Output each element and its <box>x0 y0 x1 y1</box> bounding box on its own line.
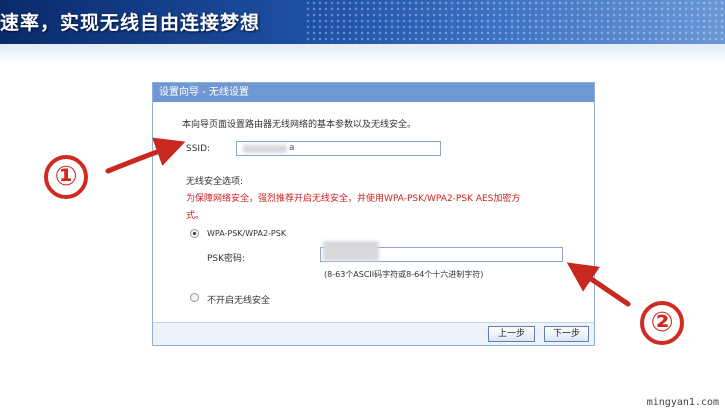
annotation-arrows <box>105 137 631 307</box>
annotation-marker-2: ② <box>640 301 684 345</box>
watermark: mingyan1.com <box>646 397 719 408</box>
annotation-marker-1: ① <box>44 155 88 199</box>
arrow-to-ssid <box>105 137 186 174</box>
arrow-to-psk <box>566 262 631 307</box>
